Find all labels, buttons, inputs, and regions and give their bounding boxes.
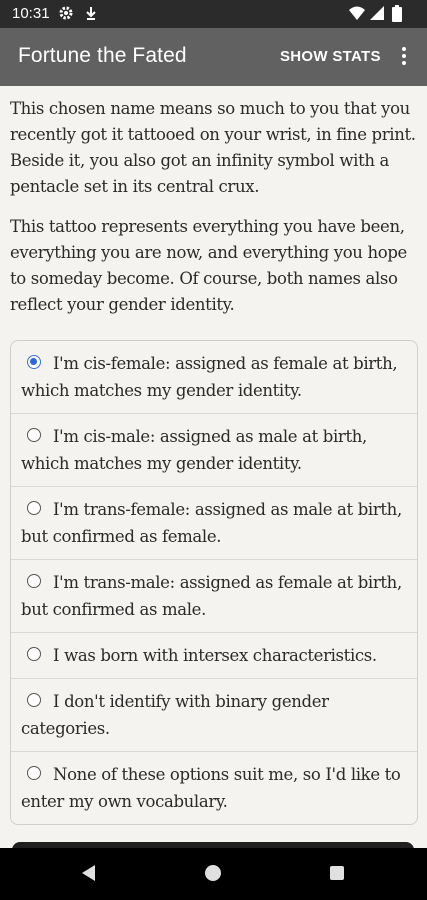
settings-icon [58,5,74,25]
more-vert-icon[interactable] [394,44,414,70]
radio-icon[interactable] [27,766,41,780]
status-bar: 10:31 [0,0,427,28]
signal-icon [369,5,385,25]
choice-option[interactable]: None of these options suit me, so I'd li… [11,751,417,824]
choice-label: I don't identify with binary gender cate… [21,692,329,738]
radio-icon[interactable] [27,501,41,515]
choice-label: I'm trans-male: assigned as female at bi… [21,573,402,619]
status-time: 10:31 [12,5,50,22]
radio-icon[interactable] [27,574,41,588]
download-icon [84,5,98,25]
home-icon[interactable] [205,865,221,881]
choice-option[interactable]: I'm cis-female: assigned as female at bi… [11,341,417,413]
choice-label: I'm cis-male: assigned as male at birth,… [21,427,367,473]
radio-icon[interactable] [27,647,41,661]
story-paragraph: This tattoo represents everything you ha… [10,217,407,314]
choice-option[interactable]: I'm trans-female: assigned as male at bi… [11,486,417,559]
back-icon[interactable] [82,865,95,881]
battery-icon [392,5,402,26]
radio-selected-icon[interactable] [27,355,41,369]
choice-label: None of these options suit me, so I'd li… [21,765,401,811]
choice-option[interactable]: I'm trans-male: assigned as female at bi… [11,559,417,632]
story-text: This chosen name means so much to you th… [10,96,418,332]
system-nav-bar [0,848,427,900]
radio-icon[interactable] [27,428,41,442]
story-paragraph: This chosen name means so much to you th… [10,99,416,196]
choice-option[interactable]: I'm cis-male: assigned as male at birth,… [11,413,417,486]
app-title: Fortune the Fated [18,44,187,67]
radio-icon[interactable] [27,693,41,707]
recents-icon[interactable] [330,866,344,880]
choice-option[interactable]: I don't identify with binary gender cate… [11,678,417,751]
choice-label: I'm cis-female: assigned as female at bi… [21,354,398,400]
wifi-icon [348,5,366,25]
choice-list: I'm cis-female: assigned as female at bi… [10,340,418,825]
app-bar: Fortune the Fated SHOW STATS [0,28,427,86]
show-stats-button[interactable]: SHOW STATS [280,48,381,65]
choice-label: I'm trans-female: assigned as male at bi… [21,500,402,546]
choice-option[interactable]: I was born with intersex characteristics… [11,632,417,678]
choice-label: I was born with intersex characteristics… [53,646,377,665]
